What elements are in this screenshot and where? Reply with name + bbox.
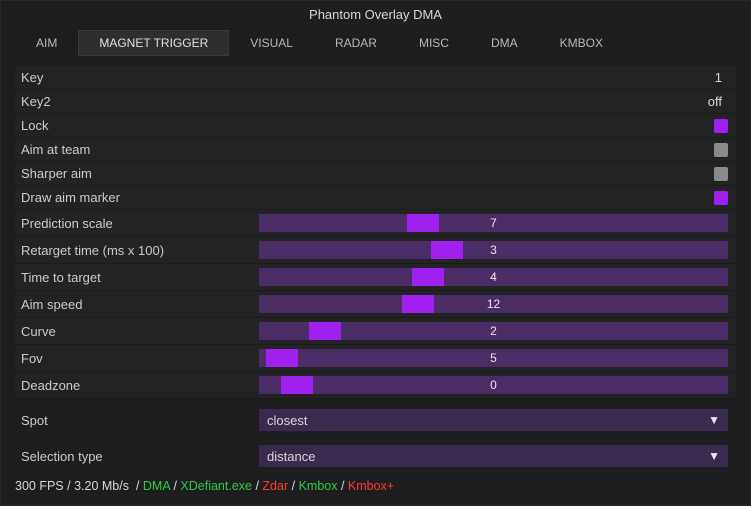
row-sharper: Sharper aim — [15, 162, 736, 186]
label-fov: Fov — [19, 351, 259, 366]
select-seltype[interactable]: distance▼ — [259, 445, 728, 467]
window-title: Phantom Overlay DMA — [309, 7, 442, 22]
status-bar: 300 FPS / 3.20 Mb/s / DMA / XDefiant.exe… — [1, 469, 750, 505]
toggle-marker[interactable] — [714, 191, 728, 205]
row-key2[interactable]: Key2 off — [15, 90, 736, 114]
slider-curve[interactable]: 2 — [259, 322, 728, 340]
status-kmboxp: Kmbox+ — [348, 479, 394, 493]
value-key2: off — [708, 94, 728, 109]
label-key: Key — [19, 70, 259, 85]
tab-visual[interactable]: VISUAL — [229, 30, 314, 56]
label-speed: Aim speed — [19, 297, 259, 312]
slider-predscale[interactable]: 7 — [259, 214, 728, 232]
label-seltype: Selection type — [19, 449, 259, 464]
label-spot: Spot — [19, 413, 259, 428]
chevron-down-icon: ▼ — [708, 449, 720, 463]
tab-misc[interactable]: MISC — [398, 30, 470, 56]
tab-aim[interactable]: AIM — [15, 30, 78, 56]
row-retarget: Retarget time (ms x 100) 3 — [15, 237, 736, 264]
status-zdar: Zdar — [262, 479, 288, 493]
row-ttt: Time to target 4 — [15, 264, 736, 291]
label-lock: Lock — [19, 118, 259, 133]
slider-ttt[interactable]: 4 — [259, 268, 728, 286]
tab-dma[interactable]: DMA — [470, 30, 539, 56]
status-bandwidth: 3.20 Mb/s — [74, 479, 129, 493]
select-spot[interactable]: closest▼ — [259, 409, 728, 431]
label-predscale: Prediction scale — [19, 216, 259, 231]
value-key: 1 — [715, 70, 728, 85]
toggle-sharper[interactable] — [714, 167, 728, 181]
label-sharper: Sharper aim — [19, 166, 259, 181]
toggle-aimteam[interactable] — [714, 143, 728, 157]
label-retarget: Retarget time (ms x 100) — [19, 243, 259, 258]
row-marker: Draw aim marker — [15, 186, 736, 210]
row-deadzone: Deadzone 0 — [15, 372, 736, 399]
app-window: Phantom Overlay DMA AIMMAGNET TRIGGERVIS… — [0, 0, 751, 506]
status-exe: XDefiant.exe — [180, 479, 252, 493]
tab-radar[interactable]: RADAR — [314, 30, 398, 56]
slider-fov[interactable]: 5 — [259, 349, 728, 367]
label-ttt: Time to target — [19, 270, 259, 285]
row-lock: Lock — [15, 114, 736, 138]
label-key2: Key2 — [19, 94, 259, 109]
slider-speed[interactable]: 12 — [259, 295, 728, 313]
row-seltype: Selection type distance▼ — [15, 441, 736, 469]
status-dma: DMA — [143, 479, 170, 493]
tab-bar: AIMMAGNET TRIGGERVISUALRADARMISCDMAKMBOX — [1, 30, 750, 60]
row-spot: Spot closest▼ — [15, 405, 736, 435]
status-fps: 300 FPS — [15, 479, 64, 493]
row-predscale: Prediction scale 7 — [15, 210, 736, 237]
row-aimteam: Aim at team — [15, 138, 736, 162]
row-key[interactable]: Key 1 — [15, 66, 736, 90]
label-aimteam: Aim at team — [19, 142, 259, 157]
row-fov: Fov 5 — [15, 345, 736, 372]
chevron-down-icon: ▼ — [708, 413, 720, 427]
slider-deadzone[interactable]: 0 — [259, 376, 728, 394]
label-curve: Curve — [19, 324, 259, 339]
row-speed: Aim speed 12 — [15, 291, 736, 318]
status-kmbox: Kmbox — [299, 479, 338, 493]
settings-panel: Key 1 Key2 off Lock Aim at team Sharper … — [1, 60, 750, 469]
title-bar: Phantom Overlay DMA — [1, 1, 750, 30]
tab-magnet[interactable]: MAGNET TRIGGER — [78, 30, 229, 56]
slider-retarget[interactable]: 3 — [259, 241, 728, 259]
tab-kmbox[interactable]: KMBOX — [539, 30, 624, 56]
toggle-lock[interactable] — [714, 119, 728, 133]
row-curve: Curve 2 — [15, 318, 736, 345]
label-marker: Draw aim marker — [19, 190, 259, 205]
label-deadzone: Deadzone — [19, 378, 259, 393]
